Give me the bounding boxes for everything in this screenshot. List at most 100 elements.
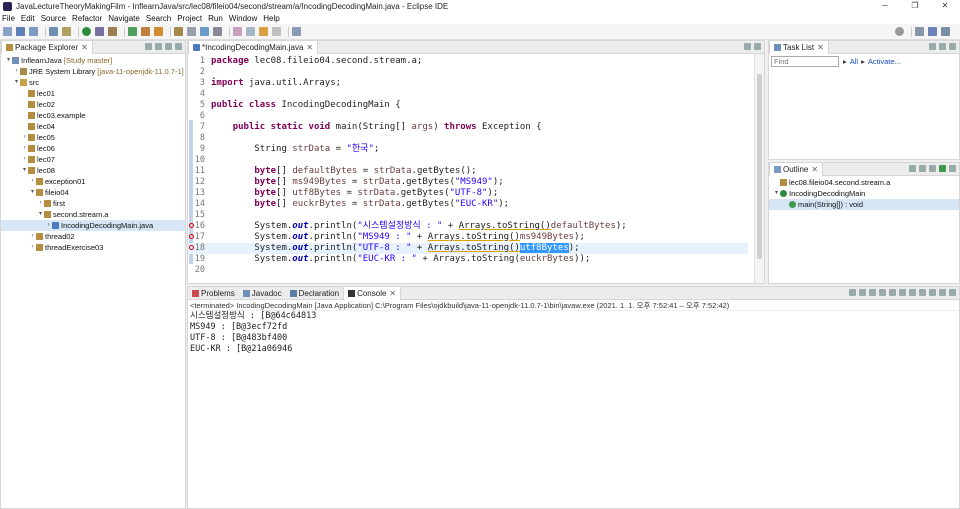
minimize-view-icon[interactable] bbox=[949, 43, 956, 50]
editor-scrollbar[interactable] bbox=[754, 54, 764, 283]
word-wrap-icon[interactable] bbox=[899, 289, 906, 296]
code-editor[interactable]: 1 package lec08.fileio04.second.stream.a;… bbox=[188, 54, 764, 283]
menu-window[interactable]: Window bbox=[229, 14, 257, 23]
tree-item[interactable]: › thread02 bbox=[1, 231, 185, 242]
forward-icon[interactable] bbox=[272, 27, 281, 36]
open-perspective-icon[interactable] bbox=[915, 27, 924, 36]
maximize-view-icon[interactable] bbox=[754, 43, 761, 50]
tab-editor-file[interactable]: *IncodingDecodingMain.java ✕ bbox=[188, 40, 319, 54]
code-line[interactable]: 8 bbox=[188, 133, 748, 144]
code-line[interactable]: 9 String strData = "한국"; bbox=[188, 144, 748, 155]
tree-item[interactable]: › lec07 bbox=[1, 154, 185, 165]
chevron-right-icon[interactable]: › bbox=[29, 242, 36, 253]
tree-item[interactable]: › first bbox=[1, 198, 185, 209]
tab-javadoc[interactable]: Javadoc bbox=[239, 287, 286, 300]
tree-item[interactable]: ▾ fileio04 bbox=[1, 187, 185, 198]
close-icon[interactable]: ✕ bbox=[306, 41, 313, 54]
print-icon[interactable] bbox=[49, 27, 58, 36]
outline-item[interactable]: lec08.fileio04.second.stream.a bbox=[769, 177, 959, 188]
back-icon[interactable] bbox=[259, 27, 268, 36]
close-icon[interactable]: ✕ bbox=[389, 287, 396, 300]
new-java-project-icon[interactable] bbox=[128, 27, 137, 36]
collapse-all-icon[interactable] bbox=[145, 43, 152, 50]
scroll-lock-icon[interactable] bbox=[889, 289, 896, 296]
toggle-mark-icon[interactable] bbox=[200, 27, 209, 36]
save-icon[interactable] bbox=[16, 27, 25, 36]
chevron-right-icon[interactable]: › bbox=[29, 176, 36, 187]
code-line[interactable]: 15 bbox=[188, 210, 748, 221]
menu-help[interactable]: Help bbox=[263, 14, 279, 23]
code-line[interactable]: 12 byte[] ms949Bytes = strData.getBytes(… bbox=[188, 177, 748, 188]
search-toolbar-icon[interactable] bbox=[187, 27, 196, 36]
debug-icon[interactable] bbox=[62, 27, 71, 36]
tree-item[interactable]: › exception01 bbox=[1, 176, 185, 187]
hide-static-icon[interactable] bbox=[929, 165, 936, 172]
tab-package-explorer[interactable]: Package Explorer ✕ bbox=[1, 40, 93, 54]
console-body[interactable]: <terminated> IncodingDecodingMain [Java … bbox=[188, 300, 959, 508]
tree-item[interactable]: lec01 bbox=[1, 88, 185, 99]
tree-item[interactable]: ▾ second.stream.a bbox=[1, 209, 185, 220]
run-icon[interactable] bbox=[82, 27, 91, 36]
tree-item[interactable]: › threadExercise03 bbox=[1, 242, 185, 253]
link-editor-icon[interactable] bbox=[155, 43, 162, 50]
tree-item[interactable]: lec03.example bbox=[1, 110, 185, 121]
code-line[interactable]: 1 package lec08.fileio04.second.stream.a; bbox=[188, 56, 748, 67]
code-line[interactable]: 10 bbox=[188, 155, 748, 166]
chevron-down-icon[interactable]: ▾ bbox=[13, 77, 20, 88]
tree-item[interactable]: lec02 bbox=[1, 99, 185, 110]
new-package-icon[interactable] bbox=[141, 27, 150, 36]
tree-item[interactable]: ▾ InflearnJava [Study master] bbox=[1, 55, 185, 66]
menu-file[interactable]: File bbox=[2, 14, 15, 23]
external-tools-icon[interactable] bbox=[108, 27, 117, 36]
open-console-icon[interactable] bbox=[929, 289, 936, 296]
chevron-right-icon[interactable]: › bbox=[21, 132, 28, 143]
next-annotation-icon[interactable] bbox=[233, 27, 242, 36]
close-button[interactable]: ✕ bbox=[930, 0, 960, 12]
menu-edit[interactable]: Edit bbox=[21, 14, 35, 23]
tree-item[interactable]: ▾ src bbox=[1, 77, 185, 88]
activate-link[interactable]: Activate... bbox=[868, 57, 901, 66]
sort-icon[interactable] bbox=[909, 165, 916, 172]
pin-console-icon[interactable] bbox=[909, 289, 916, 296]
chevron-down-icon[interactable]: ▾ bbox=[5, 55, 12, 66]
play-icon[interactable]: ▸ bbox=[843, 57, 847, 66]
outline-item[interactable]: main(String[]) : void bbox=[769, 199, 959, 210]
remove-launch-icon[interactable] bbox=[859, 289, 866, 296]
search-icon[interactable] bbox=[895, 27, 904, 36]
chevron-down-icon[interactable]: ▾ bbox=[37, 209, 44, 220]
code-line[interactable]: 4 bbox=[188, 89, 748, 100]
view-menu-icon[interactable] bbox=[939, 43, 946, 50]
tab-console[interactable]: Console ✕ bbox=[343, 286, 402, 300]
chevron-right-icon[interactable]: › bbox=[21, 154, 28, 165]
menu-project[interactable]: Project bbox=[177, 14, 202, 23]
save-all-icon[interactable] bbox=[29, 27, 38, 36]
chevron-right-icon[interactable]: › bbox=[13, 66, 20, 77]
task-find-input[interactable] bbox=[771, 56, 839, 67]
tab-declaration[interactable]: Declaration bbox=[286, 287, 343, 300]
view-menu-icon[interactable] bbox=[165, 43, 172, 50]
minimize-view-icon[interactable] bbox=[744, 43, 751, 50]
close-icon[interactable]: ✕ bbox=[81, 41, 88, 54]
new-icon[interactable] bbox=[3, 27, 12, 36]
show-whitespace-icon[interactable] bbox=[213, 27, 222, 36]
chevron-down-icon[interactable]: ▾ bbox=[29, 187, 36, 198]
chevron-down-icon[interactable]: ▾ bbox=[773, 188, 780, 199]
code-line[interactable]: 19 System.out.println("EUC-KR : " + Arra… bbox=[188, 254, 748, 265]
tree-item[interactable]: lec04 bbox=[1, 121, 185, 132]
minimize-view-icon[interactable] bbox=[175, 43, 182, 50]
new-task-icon[interactable] bbox=[929, 43, 936, 50]
code-line[interactable]: 20 bbox=[188, 265, 748, 276]
menu-search[interactable]: Search bbox=[146, 14, 171, 23]
tree-item[interactable]: › lec06 bbox=[1, 143, 185, 154]
tab-task-list[interactable]: Task List ✕ bbox=[769, 40, 829, 54]
terminate-icon[interactable] bbox=[849, 289, 856, 296]
outline-item[interactable]: ▾ IncodingDecodingMain bbox=[769, 188, 959, 199]
tree-item[interactable]: ▾ lec08 bbox=[1, 165, 185, 176]
java-perspective-icon[interactable] bbox=[928, 27, 937, 36]
chevron-right-icon[interactable]: › bbox=[45, 220, 52, 231]
code-line[interactable]: 17 System.out.println("MS949 : " + Array… bbox=[188, 232, 748, 243]
code-line[interactable]: 11 byte[] defaultBytes = strData.getByte… bbox=[188, 166, 748, 177]
hide-nonpublic-icon[interactable] bbox=[939, 165, 946, 172]
tab-outline[interactable]: Outline ✕ bbox=[769, 162, 824, 176]
new-class-icon[interactable] bbox=[154, 27, 163, 36]
